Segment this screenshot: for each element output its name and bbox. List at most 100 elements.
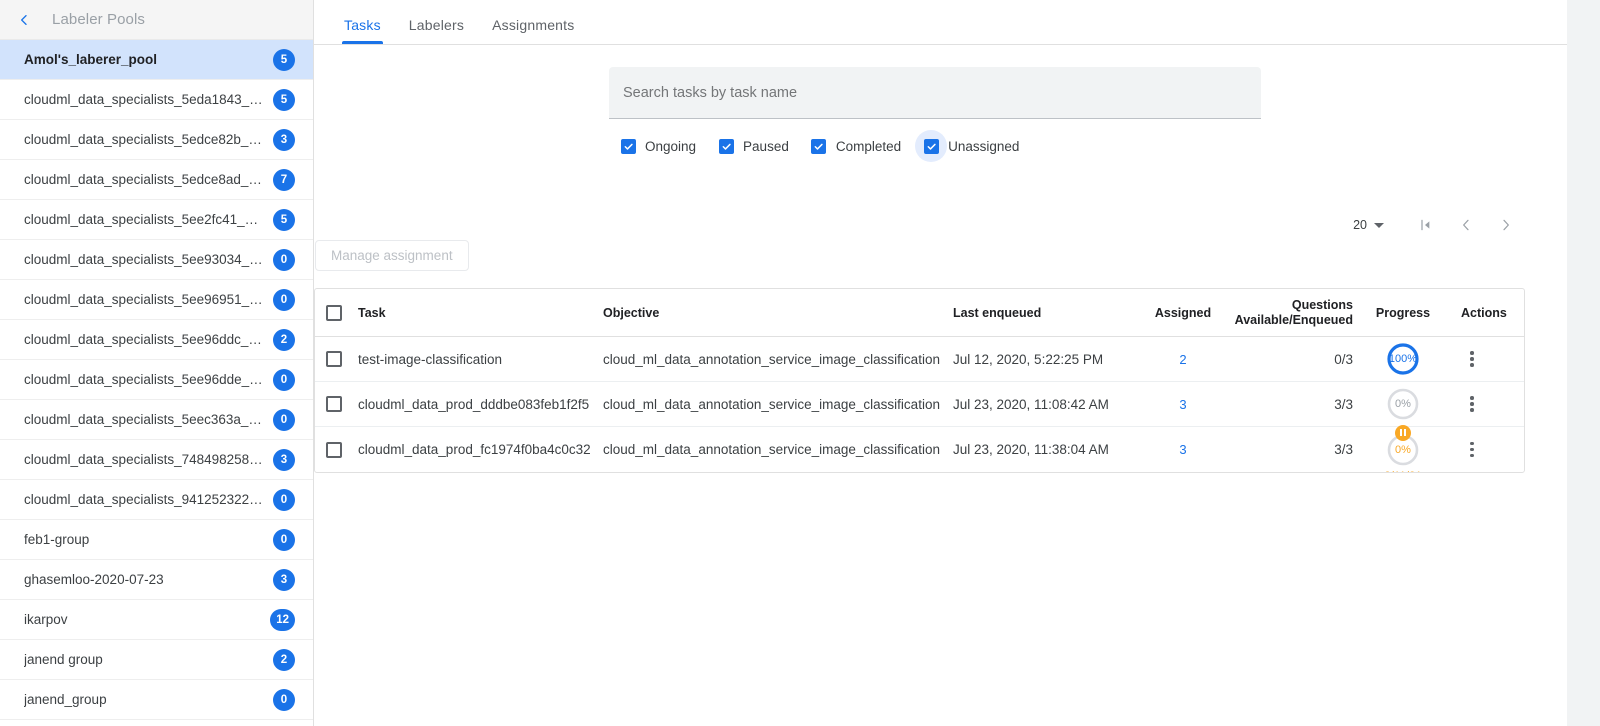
cell-questions: 0/3 — [1233, 352, 1363, 367]
sidebar-item-pool[interactable]: ikarpov12 — [0, 600, 313, 640]
sidebar-item-pool[interactable]: cloudml_data_specialists_5ee96951_000…0 — [0, 280, 313, 320]
cell-task-name: test-image-classification — [353, 352, 603, 367]
column-header-assigned: Assigned — [1133, 306, 1233, 320]
back-button[interactable] — [12, 8, 36, 32]
pool-count-badge: 2 — [273, 329, 295, 351]
assigned-count-link[interactable]: 3 — [1179, 397, 1186, 412]
cell-objective: cloud_ml_data_annotation_service_image_c… — [603, 352, 953, 367]
pool-name-label: cloudml_data_specialists_5eec363a_000… — [24, 412, 273, 427]
pool-count-badge: 3 — [273, 569, 295, 591]
progress-percent-label: 100% — [1386, 342, 1420, 376]
column-header-questions: Questions Available/Enqueued — [1233, 298, 1363, 328]
pool-name-label: cloudml_data_specialists_5ee96951_000… — [24, 292, 273, 307]
tab-labelers[interactable]: Labelers — [395, 17, 478, 44]
sidebar-item-pool[interactable]: janend group2 — [0, 640, 313, 680]
pool-count-badge: 12 — [270, 609, 295, 631]
column-header-actions: Actions — [1443, 306, 1524, 320]
row-select-checkbox[interactable] — [326, 351, 342, 367]
more-options-icon[interactable] — [1461, 346, 1483, 372]
filter-ongoing[interactable]: Ongoing — [612, 130, 696, 162]
progress-ring: 0%2/11/21 — [1386, 433, 1420, 467]
assigned-count-link[interactable]: 3 — [1179, 442, 1186, 457]
sidebar-item-pool[interactable]: ghasemloo-2020-07-233 — [0, 560, 313, 600]
cell-last-enqueued: Jul 23, 2020, 11:08:42 AM — [953, 397, 1133, 412]
filter-unassigned[interactable]: Unassigned — [915, 130, 1019, 162]
search-input[interactable] — [621, 84, 1249, 102]
checkmark-icon — [621, 139, 636, 154]
row-select-cell — [315, 396, 353, 412]
sidebar-item-pool[interactable]: cloudml_data_specialists_5ee96ddc_000…2 — [0, 320, 313, 360]
filter-checkbox-paused[interactable] — [710, 130, 742, 162]
pool-count-badge: 3 — [273, 449, 295, 471]
labeler-pool-list: Amol's_laberer_pool5cloudml_data_special… — [0, 40, 313, 720]
labeler-pools-sidebar: Labeler Pools Amol's_laberer_pool5cloudm… — [0, 0, 314, 726]
sidebar-item-pool[interactable]: cloudml_data_specialists_5edce82b_000…3 — [0, 120, 313, 160]
sidebar-item-pool[interactable]: cloudml_data_specialists_5ee96dde_000…0 — [0, 360, 313, 400]
row-select-cell — [315, 351, 353, 367]
pool-name-label: cloudml_data_specialists_5ee96ddc_000… — [24, 332, 273, 347]
tab-tasks[interactable]: Tasks — [330, 17, 395, 44]
next-page-button[interactable] — [1486, 209, 1526, 241]
table-row[interactable]: cloudml_data_prod_dddbe083feb1f2f5cloud_… — [315, 382, 1524, 427]
checkmark-icon — [811, 139, 826, 154]
search-section: Ongoing Paused Completed Unassigned — [609, 67, 1261, 162]
pool-name-label: janend_group — [24, 692, 117, 707]
filter-paused[interactable]: Paused — [710, 130, 789, 162]
previous-page-button[interactable] — [1446, 209, 1486, 241]
column-header-objective: Objective — [603, 306, 953, 320]
checkmark-icon — [924, 139, 939, 154]
sidebar-item-pool[interactable]: Amol's_laberer_pool5 — [0, 40, 313, 80]
status-filter-group: Ongoing Paused Completed Unassigned — [609, 130, 1261, 162]
chevron-down-icon — [1374, 223, 1384, 228]
first-page-icon — [1418, 217, 1434, 233]
table-row[interactable]: cloudml_data_prod_fc1974f0ba4c0c32cloud_… — [315, 427, 1524, 472]
assigned-count-link[interactable]: 2 — [1179, 352, 1186, 367]
sidebar-item-pool[interactable]: cloudml_data_specialists_5eda1843_000…5 — [0, 80, 313, 120]
more-options-icon[interactable] — [1461, 391, 1483, 417]
sidebar-item-pool[interactable]: cloudml_data_specialists_5edce8ad_000…7 — [0, 160, 313, 200]
sidebar-item-pool[interactable]: cloudml_data_specialists_5ee93034_000…0 — [0, 240, 313, 280]
sidebar-item-pool[interactable]: janend_group0 — [0, 680, 313, 720]
first-page-button[interactable] — [1406, 209, 1446, 241]
pool-name-label: cloudml_data_specialists_5eda1843_000… — [24, 92, 273, 107]
pool-count-badge: 0 — [273, 489, 295, 511]
table-row[interactable]: test-image-classificationcloud_ml_data_a… — [315, 337, 1524, 382]
sidebar-item-pool[interactable]: cloudml_data_specialists_5ee2fc41_0000…5 — [0, 200, 313, 240]
sidebar-item-pool[interactable]: cloudml_data_specialists_5eec363a_000…0 — [0, 400, 313, 440]
pool-name-label: cloudml_data_specialists_5ee93034_000… — [24, 252, 273, 267]
sidebar-item-pool[interactable]: cloudml_data_specialists_748498258068…3 — [0, 440, 313, 480]
pool-count-badge: 0 — [273, 289, 295, 311]
cell-actions — [1443, 437, 1524, 463]
tab-assignments[interactable]: Assignments — [478, 17, 588, 44]
sidebar-item-pool[interactable]: cloudml_data_specialists_941252322120…0 — [0, 480, 313, 520]
select-all-cell — [315, 305, 353, 321]
chevron-left-icon — [1458, 217, 1474, 233]
row-select-checkbox[interactable] — [326, 396, 342, 412]
filter-checkbox-completed[interactable] — [803, 130, 835, 162]
filter-completed[interactable]: Completed — [803, 130, 901, 162]
filter-checkbox-unassigned[interactable] — [915, 130, 947, 162]
tasks-table: Task Objective Last enqueued Assigned Qu… — [314, 288, 1525, 473]
cell-last-enqueued: Jul 23, 2020, 11:38:04 AM — [953, 442, 1133, 457]
pool-count-badge: 0 — [273, 369, 295, 391]
pool-name-label: feb1-group — [24, 532, 99, 547]
search-field[interactable] — [609, 67, 1261, 119]
row-select-cell — [315, 442, 353, 458]
column-header-task: Task — [353, 306, 603, 320]
page-size-selector[interactable]: 20 — [1353, 218, 1384, 232]
pool-count-badge: 0 — [273, 529, 295, 551]
manage-assignment-button[interactable]: Manage assignment — [315, 240, 469, 271]
pool-name-label: cloudml_data_specialists_5edce82b_000… — [24, 132, 273, 147]
cell-progress: 0%2/11/21 — [1363, 433, 1443, 467]
select-all-checkbox[interactable] — [326, 305, 342, 321]
page-background-right — [1567, 0, 1600, 726]
cell-progress: 100% — [1363, 342, 1443, 376]
filter-label: Completed — [836, 139, 901, 154]
progress-ring: 100% — [1386, 342, 1420, 376]
pool-name-label: cloudml_data_specialists_5ee96dde_000… — [24, 372, 273, 387]
sidebar-item-pool[interactable]: feb1-group 0 — [0, 520, 313, 560]
sidebar-header: Labeler Pools — [0, 0, 313, 40]
more-options-icon[interactable] — [1461, 437, 1483, 463]
filter-checkbox-ongoing[interactable] — [612, 130, 644, 162]
row-select-checkbox[interactable] — [326, 442, 342, 458]
